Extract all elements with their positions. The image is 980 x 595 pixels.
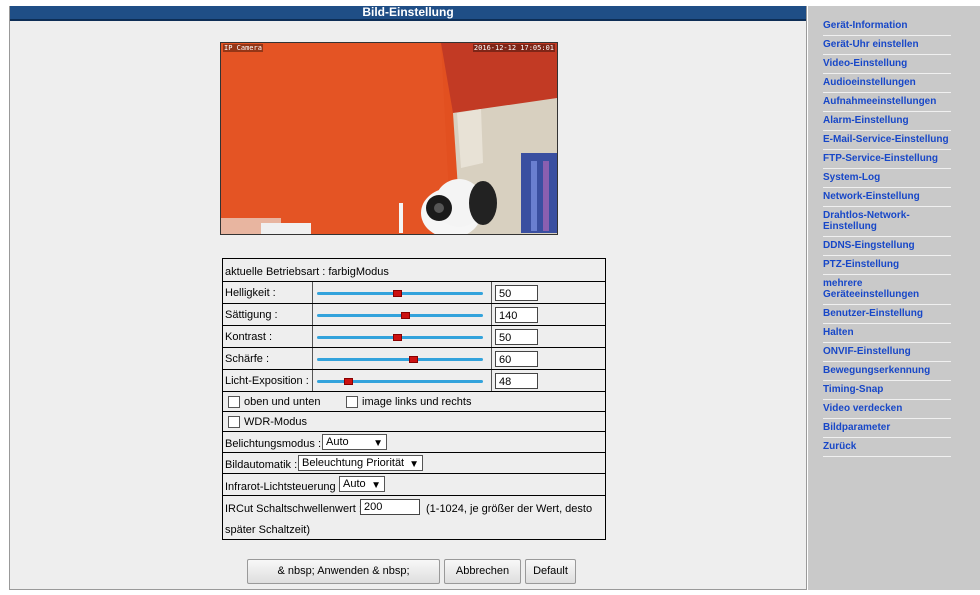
brightness-label: Helligkeit : (225, 287, 276, 299)
camera-name-overlay: IP Camera (223, 44, 263, 52)
sidebar-item-users[interactable]: Benutzer-Einstellung (823, 305, 951, 324)
sharpness-input[interactable]: 60 (495, 351, 538, 367)
column-divider (312, 304, 313, 325)
image-auto-row: Bildautomatik : Beleuchtung Priorität ▼ (223, 453, 606, 474)
sidebar-item-ptz[interactable]: PTZ-Einstellung (823, 256, 951, 275)
slider-row-saturation: Sättigung : 140 (223, 304, 606, 326)
image-auto-value: Beleuchtung Priorität (302, 457, 405, 469)
main-panel: Bild-Einstellung IP Camera 2016-12-12 17… (9, 6, 807, 590)
contrast-label: Kontrast : (225, 331, 273, 343)
slider-row-sharpness: Schärfe : 60 (223, 348, 606, 370)
apply-button[interactable]: & nbsp; Anwenden & nbsp; (247, 559, 440, 584)
sidebar-item-back[interactable]: Zurück (823, 438, 951, 457)
column-divider (491, 370, 492, 391)
brightness-input[interactable]: 50 (495, 285, 538, 301)
camera-time-overlay: 2016-12-12 17:05:01 (472, 44, 555, 52)
flip-row: oben und unten image links und rechts (223, 392, 606, 412)
sidebar-item-device-clock[interactable]: Gerät-Uhr einstellen (823, 36, 951, 55)
wdr-row: WDR-Modus (223, 412, 606, 432)
column-divider (491, 348, 492, 369)
sidebar-item-motion-detection[interactable]: Bewegungserkennung (823, 362, 951, 381)
sidebar-item-network[interactable]: Network-Einstellung (823, 188, 951, 207)
column-divider (312, 370, 313, 391)
chevron-down-icon: ▼ (409, 459, 419, 470)
saturation-slider[interactable] (317, 314, 483, 317)
sidebar-item-video[interactable]: Video-Einstellung (823, 55, 951, 74)
sidebar-item-alarm[interactable]: Alarm-Einstellung (823, 112, 951, 131)
ir-control-row: Infrarot-Lichtsteuerung : Auto ▼ (223, 474, 606, 496)
sharpness-slider[interactable] (317, 358, 483, 361)
saturation-slider-handle[interactable] (401, 312, 410, 319)
ircut-input[interactable]: 200 (360, 499, 420, 515)
wdr-label: WDR-Modus (244, 416, 307, 428)
settings-table: aktuelle Betriebsart : farbigModus Helli… (222, 258, 606, 540)
brightness-slider-handle[interactable] (393, 290, 402, 297)
camera-preview: IP Camera 2016-12-12 17:05:01 (220, 42, 558, 235)
exposure-slider[interactable] (317, 380, 483, 383)
chevron-down-icon: ▼ (371, 480, 381, 491)
contrast-input[interactable]: 50 (495, 329, 538, 345)
camera-image (221, 43, 557, 234)
slider-row-brightness: Helligkeit : 50 (223, 282, 606, 304)
flip-checkbox[interactable] (228, 396, 240, 408)
sidebar-item-timing-snap[interactable]: Timing-Snap (823, 381, 951, 400)
ircut-label: IRCut Schaltschwellenwert : (225, 503, 362, 515)
slider-row-contrast: Kontrast : 50 (223, 326, 606, 348)
mirror-label: image links und rechts (362, 396, 472, 408)
page-title: Bild-Einstellung (10, 6, 806, 21)
sharpness-label: Schärfe : (225, 353, 270, 365)
exposure-slider-handle[interactable] (344, 378, 353, 385)
ircut-hint-continued: später Schaltzeit) (225, 524, 310, 536)
sidebar-item-device-info[interactable]: Gerät-Information (823, 17, 951, 36)
sidebar-item-image-params[interactable]: Bildparameter (823, 419, 951, 438)
column-divider (312, 326, 313, 347)
saturation-input[interactable]: 140 (495, 307, 538, 323)
sidebar-menu: Gerät-Information Gerät-Uhr einstellen V… (808, 6, 980, 590)
column-divider (312, 282, 313, 303)
contrast-slider-handle[interactable] (393, 334, 402, 341)
column-divider (491, 282, 492, 303)
mode-label: aktuelle Betriebsart : farbigModus (225, 266, 389, 278)
sidebar-item-wireless[interactable]: Drahtlos-Network-Einstellung (823, 207, 951, 237)
slider-row-exposure: Licht-Exposition : 48 (223, 370, 606, 392)
saturation-label: Sättigung : (225, 309, 278, 321)
sidebar-item-audio[interactable]: Audioeinstellungen (823, 74, 951, 93)
exposure-label: Licht-Exposition : (225, 375, 309, 387)
sidebar-item-multi-device[interactable]: mehrere Geräteeinstellungen (823, 275, 951, 305)
ir-control-select[interactable]: Auto ▼ (339, 476, 385, 492)
exposure-mode-row: Belichtungsmodus : Auto ▼ (223, 432, 606, 453)
column-divider (491, 304, 492, 325)
sidebar-item-video-mask[interactable]: Video verdecken (823, 400, 951, 419)
sidebar-item-ddns[interactable]: DDNS-Eingstellung (823, 237, 951, 256)
exposure-mode-value: Auto (326, 436, 349, 448)
sidebar-item-onvif[interactable]: ONVIF-Einstellung (823, 343, 951, 362)
sidebar-item-maintain[interactable]: Halten (823, 324, 951, 343)
chevron-down-icon: ▼ (373, 438, 383, 449)
ircut-hint: (1-1024, je größer der Wert, desto (426, 503, 593, 515)
sidebar-item-ftp[interactable]: FTP-Service-Einstellung (823, 150, 951, 169)
sidebar-item-email[interactable]: E-Mail-Service-Einstellung (823, 131, 951, 150)
image-auto-select[interactable]: Beleuchtung Priorität ▼ (298, 455, 423, 471)
image-auto-label: Bildautomatik : (225, 459, 298, 471)
ir-control-label: Infrarot-Lichtsteuerung : (225, 481, 342, 493)
exposure-mode-label: Belichtungsmodus : (225, 438, 321, 450)
ircut-row: IRCut Schaltschwellenwert : 200 (1-1024,… (223, 496, 606, 540)
sharpness-slider-handle[interactable] (409, 356, 418, 363)
sidebar-list: Gerät-Information Gerät-Uhr einstellen V… (808, 6, 980, 457)
default-button[interactable]: Default (525, 559, 576, 584)
flip-label: oben und unten (244, 396, 321, 408)
cancel-button[interactable]: Abbrechen (444, 559, 521, 584)
exposure-mode-select[interactable]: Auto ▼ (322, 434, 387, 450)
sidebar-item-recording[interactable]: Aufnahmeeinstellungen (823, 93, 951, 112)
sidebar-item-system-log[interactable]: System-Log (823, 169, 951, 188)
ir-control-value: Auto (343, 478, 366, 490)
wdr-checkbox[interactable] (228, 416, 240, 428)
mirror-checkbox[interactable] (346, 396, 358, 408)
column-divider (312, 348, 313, 369)
column-divider (491, 326, 492, 347)
exposure-input[interactable]: 48 (495, 373, 538, 389)
mode-row: aktuelle Betriebsart : farbigModus (223, 259, 606, 282)
